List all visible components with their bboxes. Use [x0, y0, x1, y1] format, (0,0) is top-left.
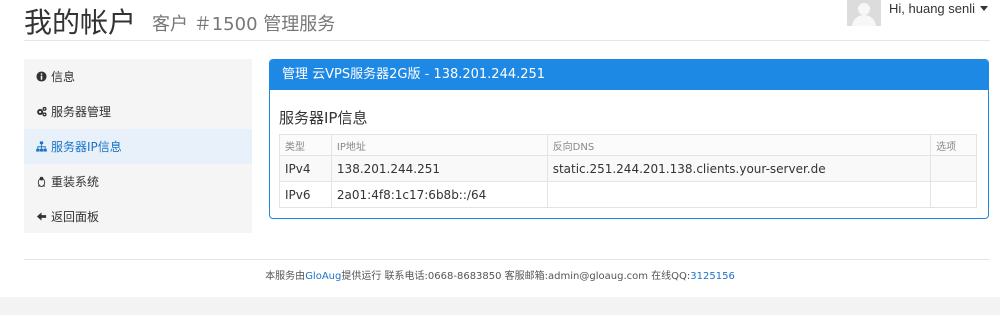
table-header-row: 类型 IP地址 反向DNS 选项: [279, 134, 977, 156]
page-subtitle: 客户 ＃1500 管理服务: [152, 14, 336, 35]
caret-down-icon: [980, 6, 988, 12]
cell-type: IPv6: [279, 181, 332, 208]
cell-type: IPv4: [279, 155, 332, 182]
footer: 本服务由GloAug提供运行 联系电话:0668-8683850 客服邮箱:ad…: [0, 267, 1000, 282]
sidebar-item-label: 信息: [51, 70, 76, 84]
cell-options: [930, 155, 977, 182]
sitemap-icon: [36, 141, 47, 152]
sidebar: 信息 服务器管理 服务器IP信息 重装系统 返回面板: [24, 59, 252, 233]
cell-options: [930, 181, 977, 208]
column-header-type: 类型: [279, 134, 332, 156]
panel-heading: 管理 云VPS服务器2G版 - 138.201.244.251: [270, 60, 988, 90]
section-title: 服务器IP信息: [279, 109, 368, 127]
sidebar-item-label: 重装系统: [51, 175, 100, 189]
page: 我的帐户 客户 ＃1500 管理服务 Hi, huang senli 信息 服务…: [0, 0, 1000, 315]
cogs-icon: [36, 106, 47, 117]
column-header-ip: IP地址: [330, 134, 548, 156]
user-menu[interactable]: Hi, huang senli: [847, 0, 988, 26]
cell-rdns: [546, 181, 932, 208]
provider-link[interactable]: GloAug: [305, 271, 341, 282]
server-ip-panel: 管理 云VPS服务器2G版 - 138.201.244.251 服务器IP信息 …: [269, 59, 989, 219]
ip-table: 类型 IP地址 反向DNS 选项 IPv4 138.201.244.251 st…: [279, 134, 977, 208]
page-title: 我的帐户: [24, 6, 137, 39]
linux-icon: [36, 176, 47, 187]
sidebar-item-reinstall-system[interactable]: 重装系统: [24, 164, 252, 199]
sidebar-item-back-to-panel[interactable]: 返回面板: [24, 199, 252, 234]
page-header: 我的帐户 客户 ＃1500 管理服务 Hi, huang senli: [0, 0, 1000, 42]
footer-contact: 提供运行 联系电话:0668-8683850 客服邮箱:admin@gloaug…: [341, 271, 691, 282]
sidebar-item-server-management[interactable]: 服务器管理: [24, 94, 252, 129]
cell-rdns: static.251.244.201.138.clients.your-serv…: [546, 155, 932, 182]
table-row: IPv4 138.201.244.251 static.251.244.201.…: [279, 155, 977, 182]
info-icon: [36, 71, 47, 82]
column-header-options: 选项: [930, 134, 977, 156]
avatar[interactable]: [847, 0, 881, 26]
column-header-rdns: 反向DNS: [546, 134, 932, 156]
footer-divider: [24, 259, 990, 260]
user-greeting-label: Hi, huang senli: [889, 1, 975, 16]
sidebar-item-label: 服务器管理: [51, 105, 112, 119]
cell-ip: 2a01:4f8:1c17:6b8b::/64: [330, 181, 548, 208]
qq-link[interactable]: 3125156: [690, 271, 735, 282]
sidebar-item-info[interactable]: 信息: [24, 59, 252, 94]
sidebar-item-label: 返回面板: [51, 210, 100, 224]
header-divider: [24, 40, 990, 41]
table-row: IPv6 2a01:4f8:1c17:6b8b::/64: [279, 181, 977, 208]
sidebar-item-server-ip-info[interactable]: 服务器IP信息: [24, 129, 252, 164]
sidebar-item-label: 服务器IP信息: [51, 140, 122, 154]
footer-prefix: 本服务由: [265, 271, 306, 282]
cell-ip: 138.201.244.251: [330, 155, 548, 182]
bottom-band: [0, 297, 1000, 315]
arrow-left-icon: [36, 211, 47, 222]
user-greeting[interactable]: Hi, huang senli: [889, 1, 988, 17]
